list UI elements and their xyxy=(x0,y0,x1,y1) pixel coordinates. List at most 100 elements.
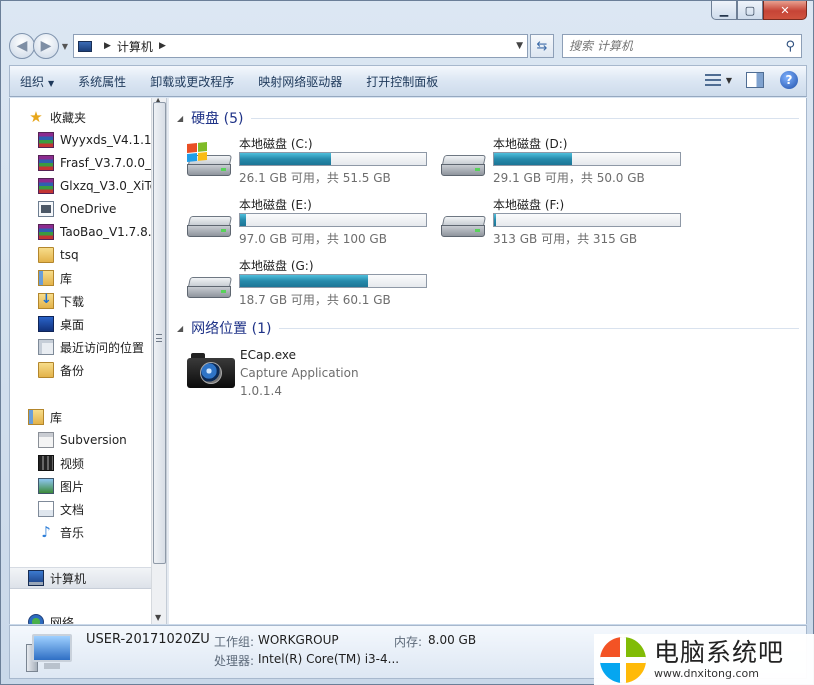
nav-label: 图片 xyxy=(60,479,85,494)
map-network-drive-button[interactable]: 映射网络驱动器 xyxy=(258,73,342,90)
nav-favorite-item[interactable]: OneDrive xyxy=(10,198,151,220)
chevron-right-icon[interactable]: ▶ xyxy=(104,41,111,51)
nav-favorite-item[interactable]: 桌面 xyxy=(10,313,151,335)
preview-pane-icon[interactable] xyxy=(746,72,764,88)
hard-drive-icon xyxy=(187,204,233,240)
group-divider xyxy=(251,117,799,119)
forward-button[interactable]: ▶ xyxy=(33,33,59,59)
nav-favorite-item[interactable]: tsq xyxy=(10,244,151,266)
music-icon: ♪ xyxy=(41,523,51,541)
scrollbar-thumb[interactable] xyxy=(153,102,166,564)
nav-favorite-item[interactable]: 备份 xyxy=(10,359,151,381)
content-pane: ◢ 硬盘 (5) 本地磁盘 (C:) 26.1 GB 可用，共 51.5 GB … xyxy=(169,98,807,624)
refresh-button[interactable]: ⇆ xyxy=(530,34,554,58)
breadcrumb-computer[interactable]: 计算机 xyxy=(117,38,153,55)
watermark-text: 电脑系统吧 www.dnxitong.com xyxy=(654,639,784,681)
documents-icon xyxy=(38,501,54,517)
nav-library-item[interactable]: 文档 xyxy=(10,498,151,520)
nav-label: Subversion xyxy=(60,433,127,447)
group-title: 硬盘 (5) xyxy=(191,111,244,127)
chevron-down-icon[interactable]: ▼ xyxy=(516,41,523,51)
recent-pages-dropdown[interactable]: ▼ xyxy=(59,42,71,51)
nav-library-item[interactable]: Subversion xyxy=(10,429,151,451)
organize-label: 组织 xyxy=(20,74,45,89)
nav-favorite-item[interactable]: 库 xyxy=(10,267,151,289)
caption-buttons: ▁ ▢ ✕ xyxy=(711,1,807,20)
ecap-item[interactable]: ECap.exe Capture Application 1.0.1.4 xyxy=(187,348,487,404)
drive-usage-bar xyxy=(493,213,681,227)
system-properties-button[interactable]: 系统属性 xyxy=(78,73,126,90)
chevron-right-icon[interactable]: ▶ xyxy=(159,41,166,51)
system-drive-icon xyxy=(187,141,233,179)
grip-icon xyxy=(156,334,162,342)
drive-c[interactable]: 本地磁盘 (C:) 26.1 GB 可用，共 51.5 GB xyxy=(187,135,437,191)
drive-free-space: 313 GB 可用，共 315 GB xyxy=(493,232,638,246)
nav-libraries[interactable]: 库 xyxy=(10,406,151,428)
drive-name: 本地磁盘 (D:) xyxy=(493,137,568,151)
collapse-triangle-icon[interactable]: ◢ xyxy=(177,114,183,123)
search-box[interactable]: ⚲ xyxy=(562,34,802,58)
nav-label: 桌面 xyxy=(60,317,85,332)
drive-free-space: 26.1 GB 可用，共 51.5 GB xyxy=(239,171,391,185)
winrar-icon xyxy=(38,178,54,194)
onedrive-icon xyxy=(38,201,54,217)
chevron-down-icon: ▼ xyxy=(48,78,55,88)
library-icon xyxy=(28,409,44,425)
drive-f[interactable]: 本地磁盘 (F:) 313 GB 可用，共 315 GB xyxy=(441,196,691,252)
nav-label: 网络 xyxy=(50,615,75,625)
winrar-icon xyxy=(38,224,54,240)
scroll-down-icon[interactable]: ▼ xyxy=(155,613,161,622)
nav-library-item[interactable]: 视频 xyxy=(10,452,151,474)
search-input[interactable] xyxy=(569,39,769,53)
uninstall-program-button[interactable]: 卸载或更改程序 xyxy=(150,73,234,90)
nav-library-item[interactable]: ♪ 音乐 xyxy=(10,521,151,543)
open-control-panel-button[interactable]: 打开控制面板 xyxy=(366,73,438,90)
nav-label: 库 xyxy=(60,271,73,286)
drive-usage-fill xyxy=(494,214,496,226)
search-icon[interactable]: ⚲ xyxy=(785,39,795,54)
nav-favorite-item[interactable]: Wyyxds_V4.1.1.1 xyxy=(10,129,151,151)
nav-computer[interactable]: 计算机 xyxy=(10,567,151,589)
maximize-button[interactable]: ▢ xyxy=(737,1,763,20)
nav-favorite-item[interactable]: TaoBao_V1.7.8. xyxy=(10,221,151,243)
close-button[interactable]: ✕ xyxy=(763,1,807,20)
organize-menu[interactable]: 组织 ▼ xyxy=(20,73,54,90)
navigation-scrollbar[interactable]: ▲ ▼ xyxy=(151,96,167,624)
nav-favorite-item[interactable]: Frasf_V3.7.0.0_X xyxy=(10,152,151,174)
drive-e[interactable]: 本地磁盘 (E:) 97.0 GB 可用，共 100 GB xyxy=(187,196,437,252)
nav-label: 收藏夹 xyxy=(50,110,87,125)
nav-label: 最近访问的位置 xyxy=(60,340,145,355)
winrar-icon xyxy=(38,132,54,148)
nav-favorite-item[interactable]: 下载 xyxy=(10,290,151,312)
help-icon[interactable]: ? xyxy=(780,71,798,89)
back-button[interactable]: ◀ xyxy=(9,33,35,59)
star-icon: ★ xyxy=(29,108,43,126)
drive-usage-fill xyxy=(240,153,332,165)
app-description: Capture Application xyxy=(240,366,359,380)
chevron-down-icon[interactable]: ▼ xyxy=(726,76,732,85)
network-locations-group-header[interactable]: ◢ 网络位置 (1) xyxy=(177,318,799,338)
computer-name: USER-20171020ZU xyxy=(86,632,210,647)
nav-favorite-item[interactable]: Glxzq_V3.0_XiTo xyxy=(10,175,151,197)
nav-favorite-item[interactable]: 最近访问的位置 xyxy=(10,336,151,358)
command-bar-right: ▼ ? xyxy=(702,70,798,90)
nav-label: OneDrive xyxy=(60,202,117,216)
nav-label: TaoBao_V1.7.8. xyxy=(60,225,151,239)
change-view-icon[interactable] xyxy=(702,70,724,90)
minimize-button[interactable]: ▁ xyxy=(711,1,737,20)
nav-network[interactable]: 网络 xyxy=(10,611,151,624)
workgroup-value: WORKGROUP xyxy=(258,633,339,647)
nav-library-item[interactable]: 图片 xyxy=(10,475,151,497)
drive-d[interactable]: 本地磁盘 (D:) 29.1 GB 可用，共 50.0 GB xyxy=(441,135,691,191)
winrar-icon xyxy=(38,155,54,171)
drive-free-space: 29.1 GB 可用，共 50.0 GB xyxy=(493,171,645,185)
collapse-triangle-icon[interactable]: ◢ xyxy=(177,324,183,333)
drive-usage-bar xyxy=(239,213,427,227)
hard-drives-group-header[interactable]: ◢ 硬盘 (5) xyxy=(177,108,799,128)
memory-value: 8.00 GB xyxy=(428,633,477,647)
address-bar[interactable]: ▶ 计算机 ▶ ▼ xyxy=(73,34,528,58)
drive-g[interactable]: 本地磁盘 (G:) 18.7 GB 可用，共 60.1 GB xyxy=(187,257,437,313)
nav-label: 文档 xyxy=(60,502,85,517)
watermark-url: www.dnxitong.com xyxy=(654,667,759,680)
nav-favorites[interactable]: ★ 收藏夹 xyxy=(10,106,151,128)
